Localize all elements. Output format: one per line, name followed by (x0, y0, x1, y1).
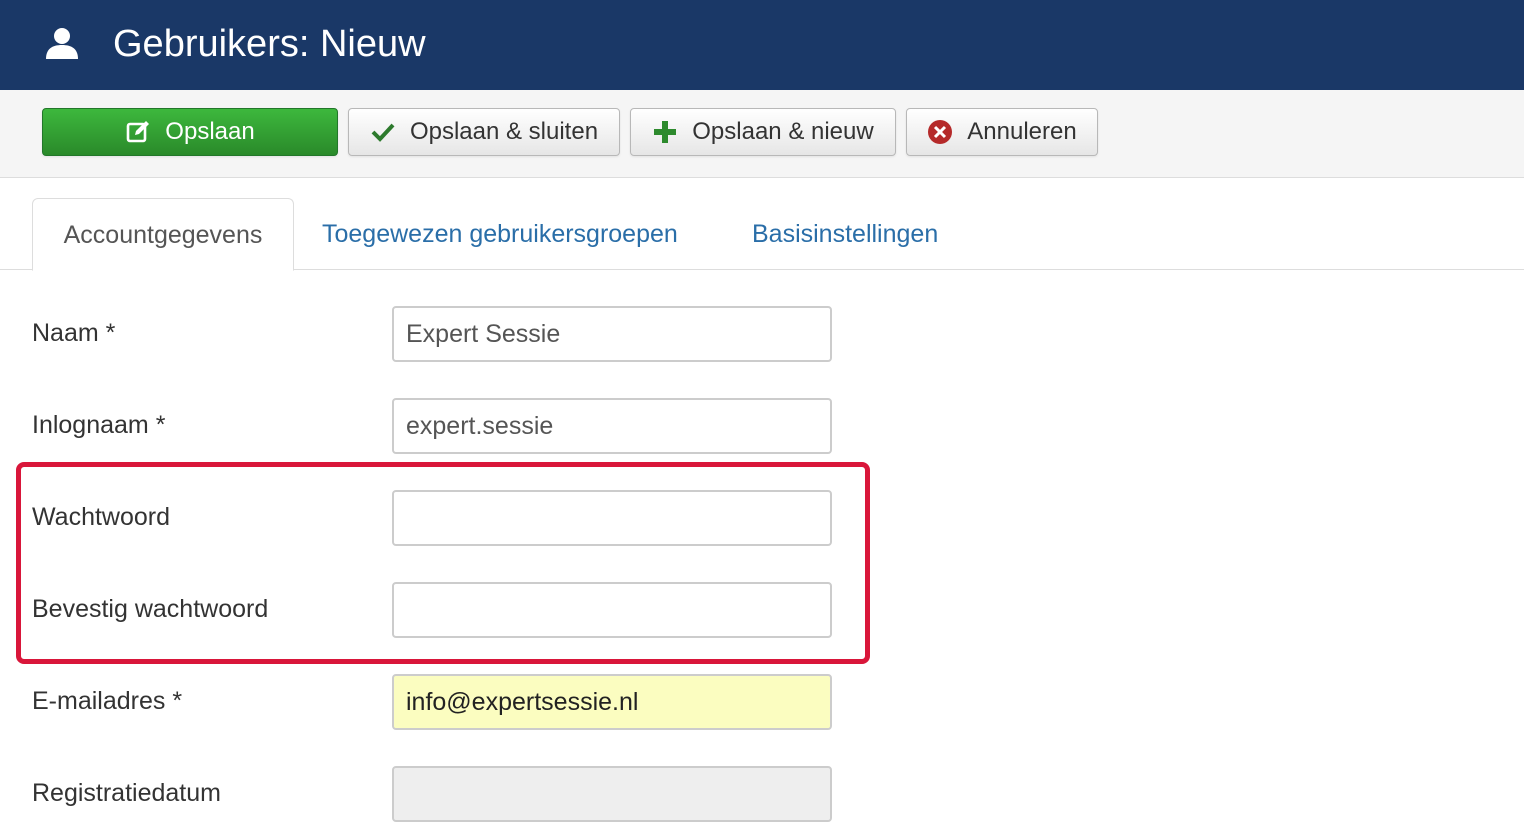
page-title: Gebruikers: Nieuw (113, 23, 426, 65)
password-confirm-input[interactable] (392, 582, 832, 638)
register-date-input (392, 766, 832, 822)
password-input[interactable] (392, 490, 832, 546)
cancel-button-label: Annuleren (967, 118, 1077, 145)
name-label: Naam * (32, 319, 116, 347)
tab-basic-settings[interactable]: Basisinstellingen (752, 198, 938, 270)
email-input[interactable] (392, 674, 832, 730)
tab-bar: Accountgegevens Toegewezen gebruikersgro… (0, 198, 1524, 271)
plus-icon (654, 121, 677, 143)
password-confirm-label: Bevestig wachtwoord (32, 595, 269, 623)
check-icon (371, 123, 395, 142)
user-icon (46, 28, 78, 59)
password-label: Wachtwoord (32, 503, 171, 531)
save-new-button-label: Opslaan & nieuw (692, 118, 874, 145)
close-circle-icon (928, 120, 953, 144)
save-close-button[interactable]: Opslaan & sluiten (348, 108, 620, 156)
username-input[interactable] (392, 398, 832, 454)
save-close-button-label: Opslaan & sluiten (409, 118, 599, 145)
register-date-label: Registratiedatum (32, 779, 221, 807)
save-new-button[interactable]: Opslaan & nieuw (630, 108, 896, 156)
toolbar: Opslaan Opslaan & sluiten Opslaan & nieu… (0, 90, 1524, 178)
cancel-button[interactable]: Annuleren (906, 108, 1098, 156)
username-label: Inlognaam * (32, 411, 166, 439)
name-input[interactable] (392, 306, 832, 362)
tab-account-details[interactable]: Accountgegevens (32, 198, 294, 271)
tab-assigned-groups[interactable]: Toegewezen gebruikersgroepen (322, 198, 678, 270)
save-button-label: Opslaan (165, 118, 255, 145)
edit-icon (126, 121, 150, 143)
email-label: E-mailadres * (32, 687, 183, 715)
save-button[interactable]: Opslaan (42, 108, 338, 156)
page-header: Gebruikers: Nieuw (0, 0, 1524, 90)
